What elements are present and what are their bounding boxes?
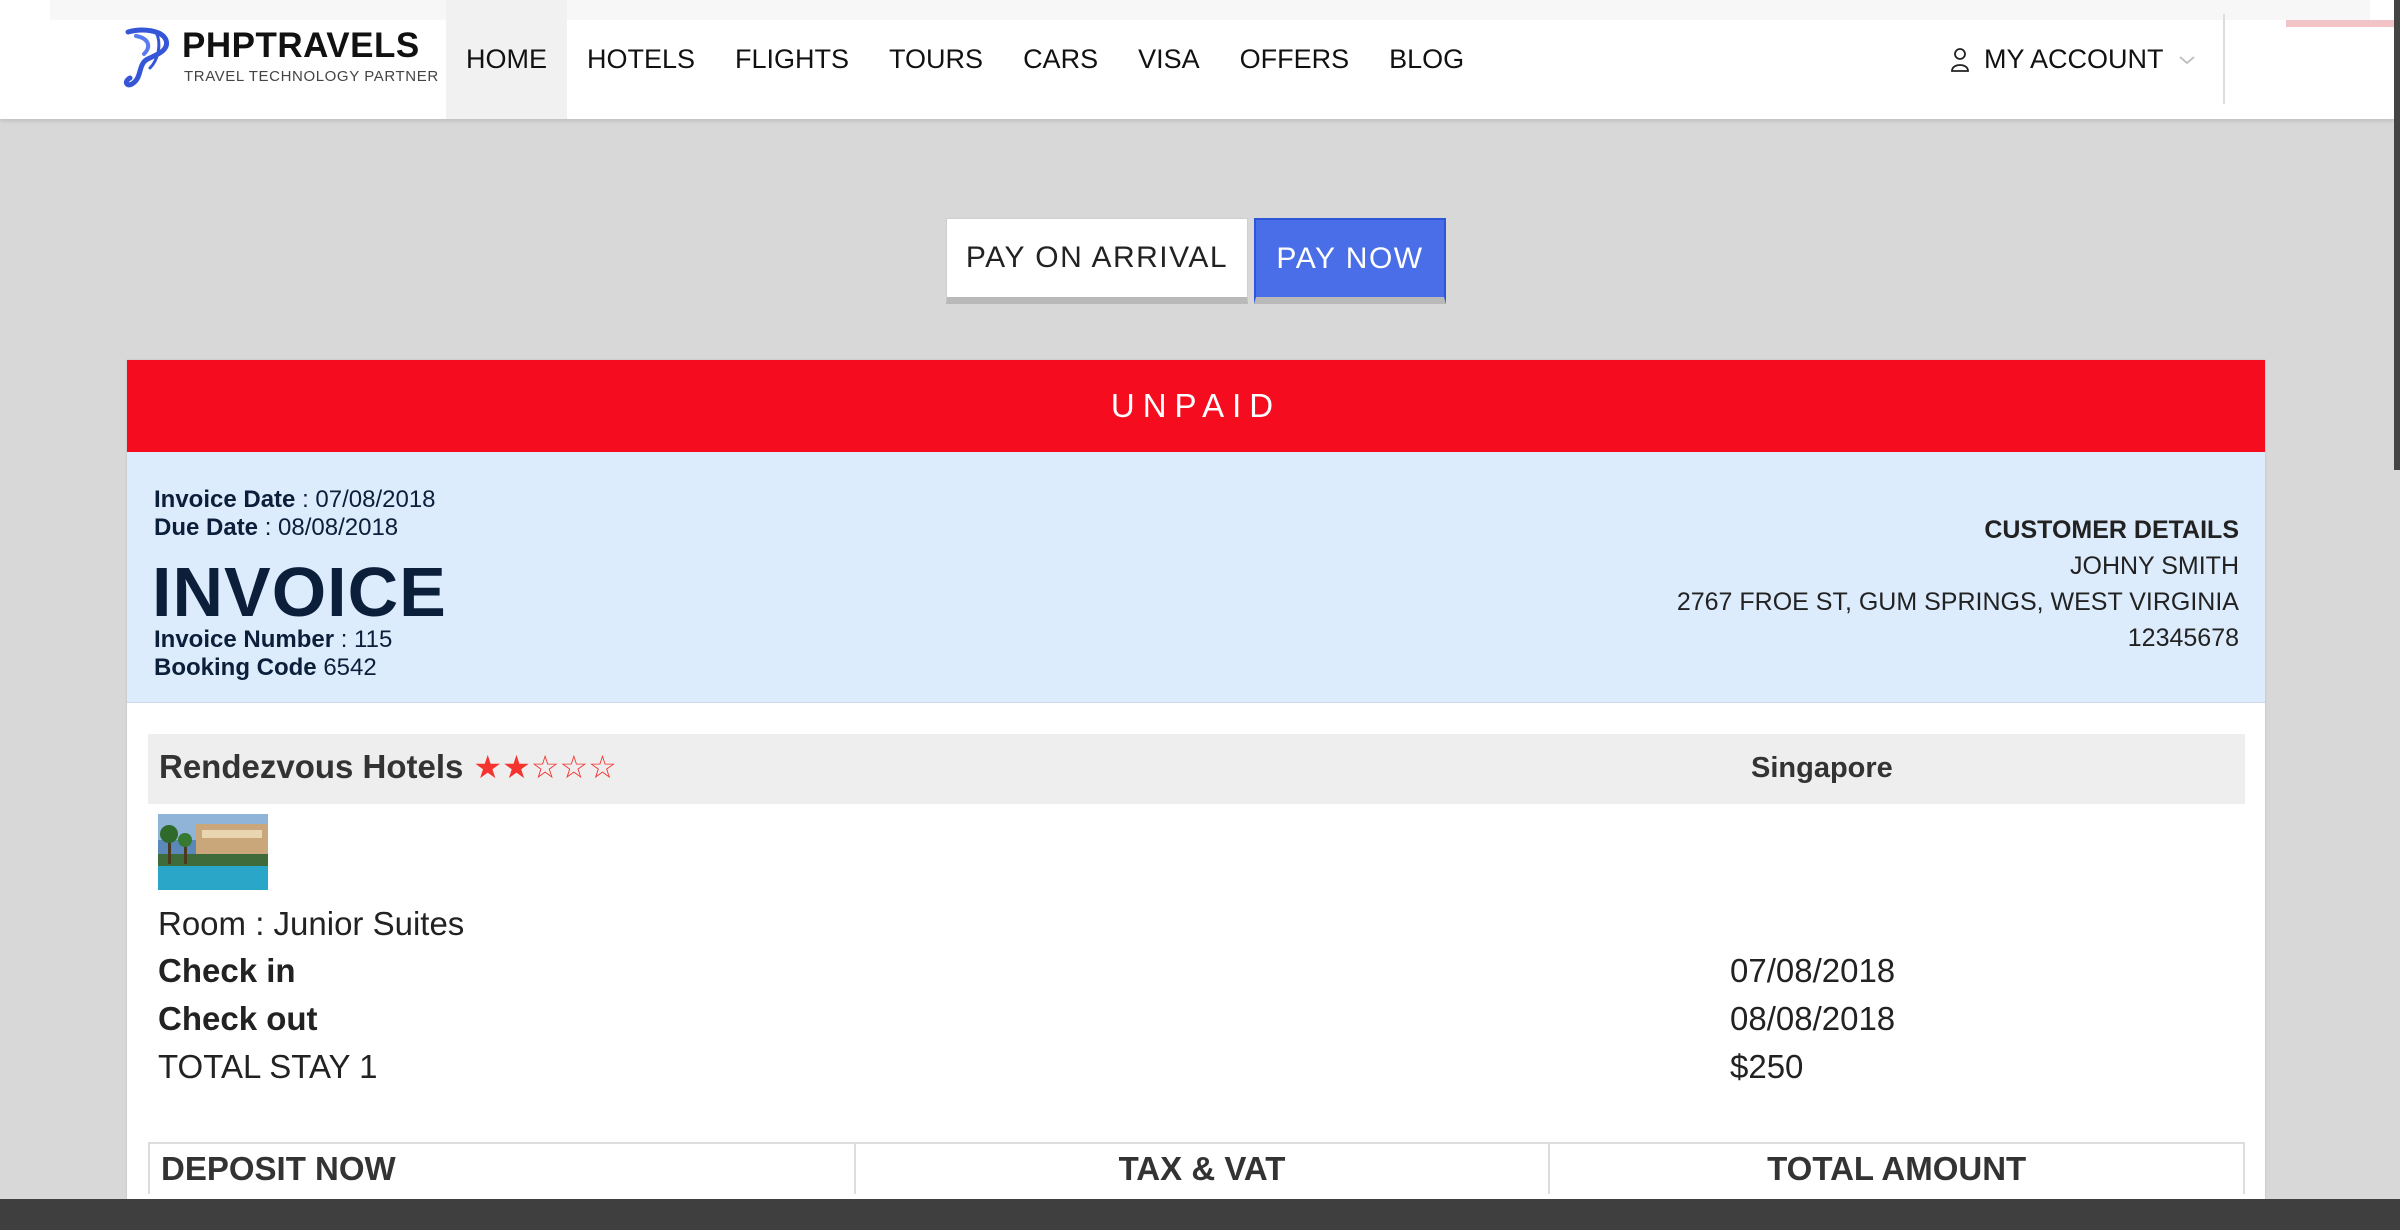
total-stay-price: $250 [1730, 1048, 1804, 1085]
brand-logo[interactable]: PHPTRAVELS TRAVEL TECHNOLOGY PARTNER [122, 26, 438, 90]
booking-code-label: Booking Code [154, 654, 317, 681]
check-out-date: 08/08/2018 [1730, 1000, 1896, 1037]
account-divider [2223, 14, 2225, 104]
chevron-down-icon [2178, 55, 2195, 64]
hotel-city: Singapore [1751, 752, 1893, 784]
brand-tagline: TRAVEL TECHNOLOGY PARTNER [184, 68, 439, 85]
check-in-label: Check in [158, 952, 296, 989]
total-amount-header: TOTAL AMOUNT [1767, 1150, 2027, 1187]
nav-hotels[interactable]: HOTELS [567, 0, 715, 119]
my-account-label: MY ACCOUNT [1984, 44, 2164, 74]
check-in-date: 07/08/2018 [1730, 952, 1896, 989]
invoice-date-value: : 07/08/2018 [302, 486, 436, 513]
customer-details: CUSTOMER DETAILS JOHNY SMITH 2767 FROE S… [1677, 512, 2239, 656]
hotel-title-row: Rendezvous Hotels ★★☆☆☆ Singapore [148, 734, 2245, 804]
tax-vat-header: TAX & VAT [856, 1144, 1551, 1194]
invoice-header: Invoice Date : 07/08/2018 Due Date : 08/… [127, 452, 2265, 703]
logo-mark-icon [123, 27, 170, 88]
top-navbar: PHPTRAVELS TRAVEL TECHNOLOGY PARTNER HOM… [0, 0, 2394, 119]
invoice-date-label: Invoice Date [154, 486, 296, 513]
invoice-card: UNPAID Invoice Date : 07/08/2018 Due Dat… [127, 360, 2265, 1230]
invoice-title: INVOICE [152, 553, 447, 631]
due-date-line: Due Date : 08/08/2018 [154, 514, 398, 542]
totals-table-header: DEPOSIT NOW TAX & VAT TOTAL AMOUNT [148, 1142, 2245, 1194]
due-date-value: : 08/08/2018 [264, 514, 399, 541]
due-date-label: Due Date [154, 514, 259, 541]
top-strip-accent [2286, 20, 2394, 27]
main-nav: HOME HOTELS FLIGHTS TOURS CARS VISA OFFE… [446, 0, 1484, 119]
hotel-name: Rendezvous Hotels [159, 748, 464, 785]
nav-home[interactable]: HOME [446, 0, 567, 119]
customer-name: JOHNY SMITH [2070, 552, 2239, 580]
brand-name: PHPTRAVELS [182, 26, 420, 65]
pay-on-arrival-button[interactable]: PAY ON ARRIVAL [946, 218, 1248, 304]
customer-address: 2767 FROE ST, GUM SPRINGS, WEST VIRGINIA [1676, 588, 2239, 616]
invoice-number-line: Invoice Number : 115 [154, 626, 392, 654]
booking-code-value: 6542 [323, 654, 377, 681]
booking-code-line: Booking Code 6542 [154, 654, 377, 682]
nav-tours[interactable]: TOURS [869, 0, 1003, 119]
user-icon [1951, 47, 1969, 72]
nav-visa[interactable]: VISA [1118, 0, 1220, 119]
scrollbar-thumb[interactable] [2394, 0, 2400, 470]
nav-flights[interactable]: FLIGHTS [715, 0, 869, 119]
pay-now-button[interactable]: PAY NOW [1254, 218, 1446, 304]
invoice-number-label: Invoice Number [154, 626, 335, 653]
room-type: Room : Junior Suites [158, 905, 465, 942]
star-rating-icon: ★★☆☆☆ [473, 749, 617, 785]
bottom-bar [0, 1199, 2400, 1230]
invoice-number-value: : 115 [340, 626, 393, 653]
nav-blog[interactable]: BLOG [1369, 0, 1484, 119]
nav-offers[interactable]: OFFERS [1220, 0, 1370, 119]
hotel-name-wrap: Rendezvous Hotels ★★☆☆☆ [159, 748, 617, 786]
nav-cars[interactable]: CARS [1003, 0, 1118, 119]
deposit-now-header: DEPOSIT NOW [150, 1144, 856, 1194]
my-account-menu[interactable]: MY ACCOUNT [1950, 0, 2196, 119]
invoice-date-line: Invoice Date : 07/08/2018 [154, 486, 436, 514]
customer-details-title: CUSTOMER DETAILS [1984, 516, 2239, 544]
check-out-label: Check out [158, 1000, 318, 1037]
total-stay-label: TOTAL STAY 1 [158, 1048, 378, 1085]
payment-status-banner: UNPAID [127, 360, 2265, 452]
customer-phone: 12345678 [2127, 624, 2239, 652]
hotel-thumbnail[interactable] [158, 814, 268, 890]
